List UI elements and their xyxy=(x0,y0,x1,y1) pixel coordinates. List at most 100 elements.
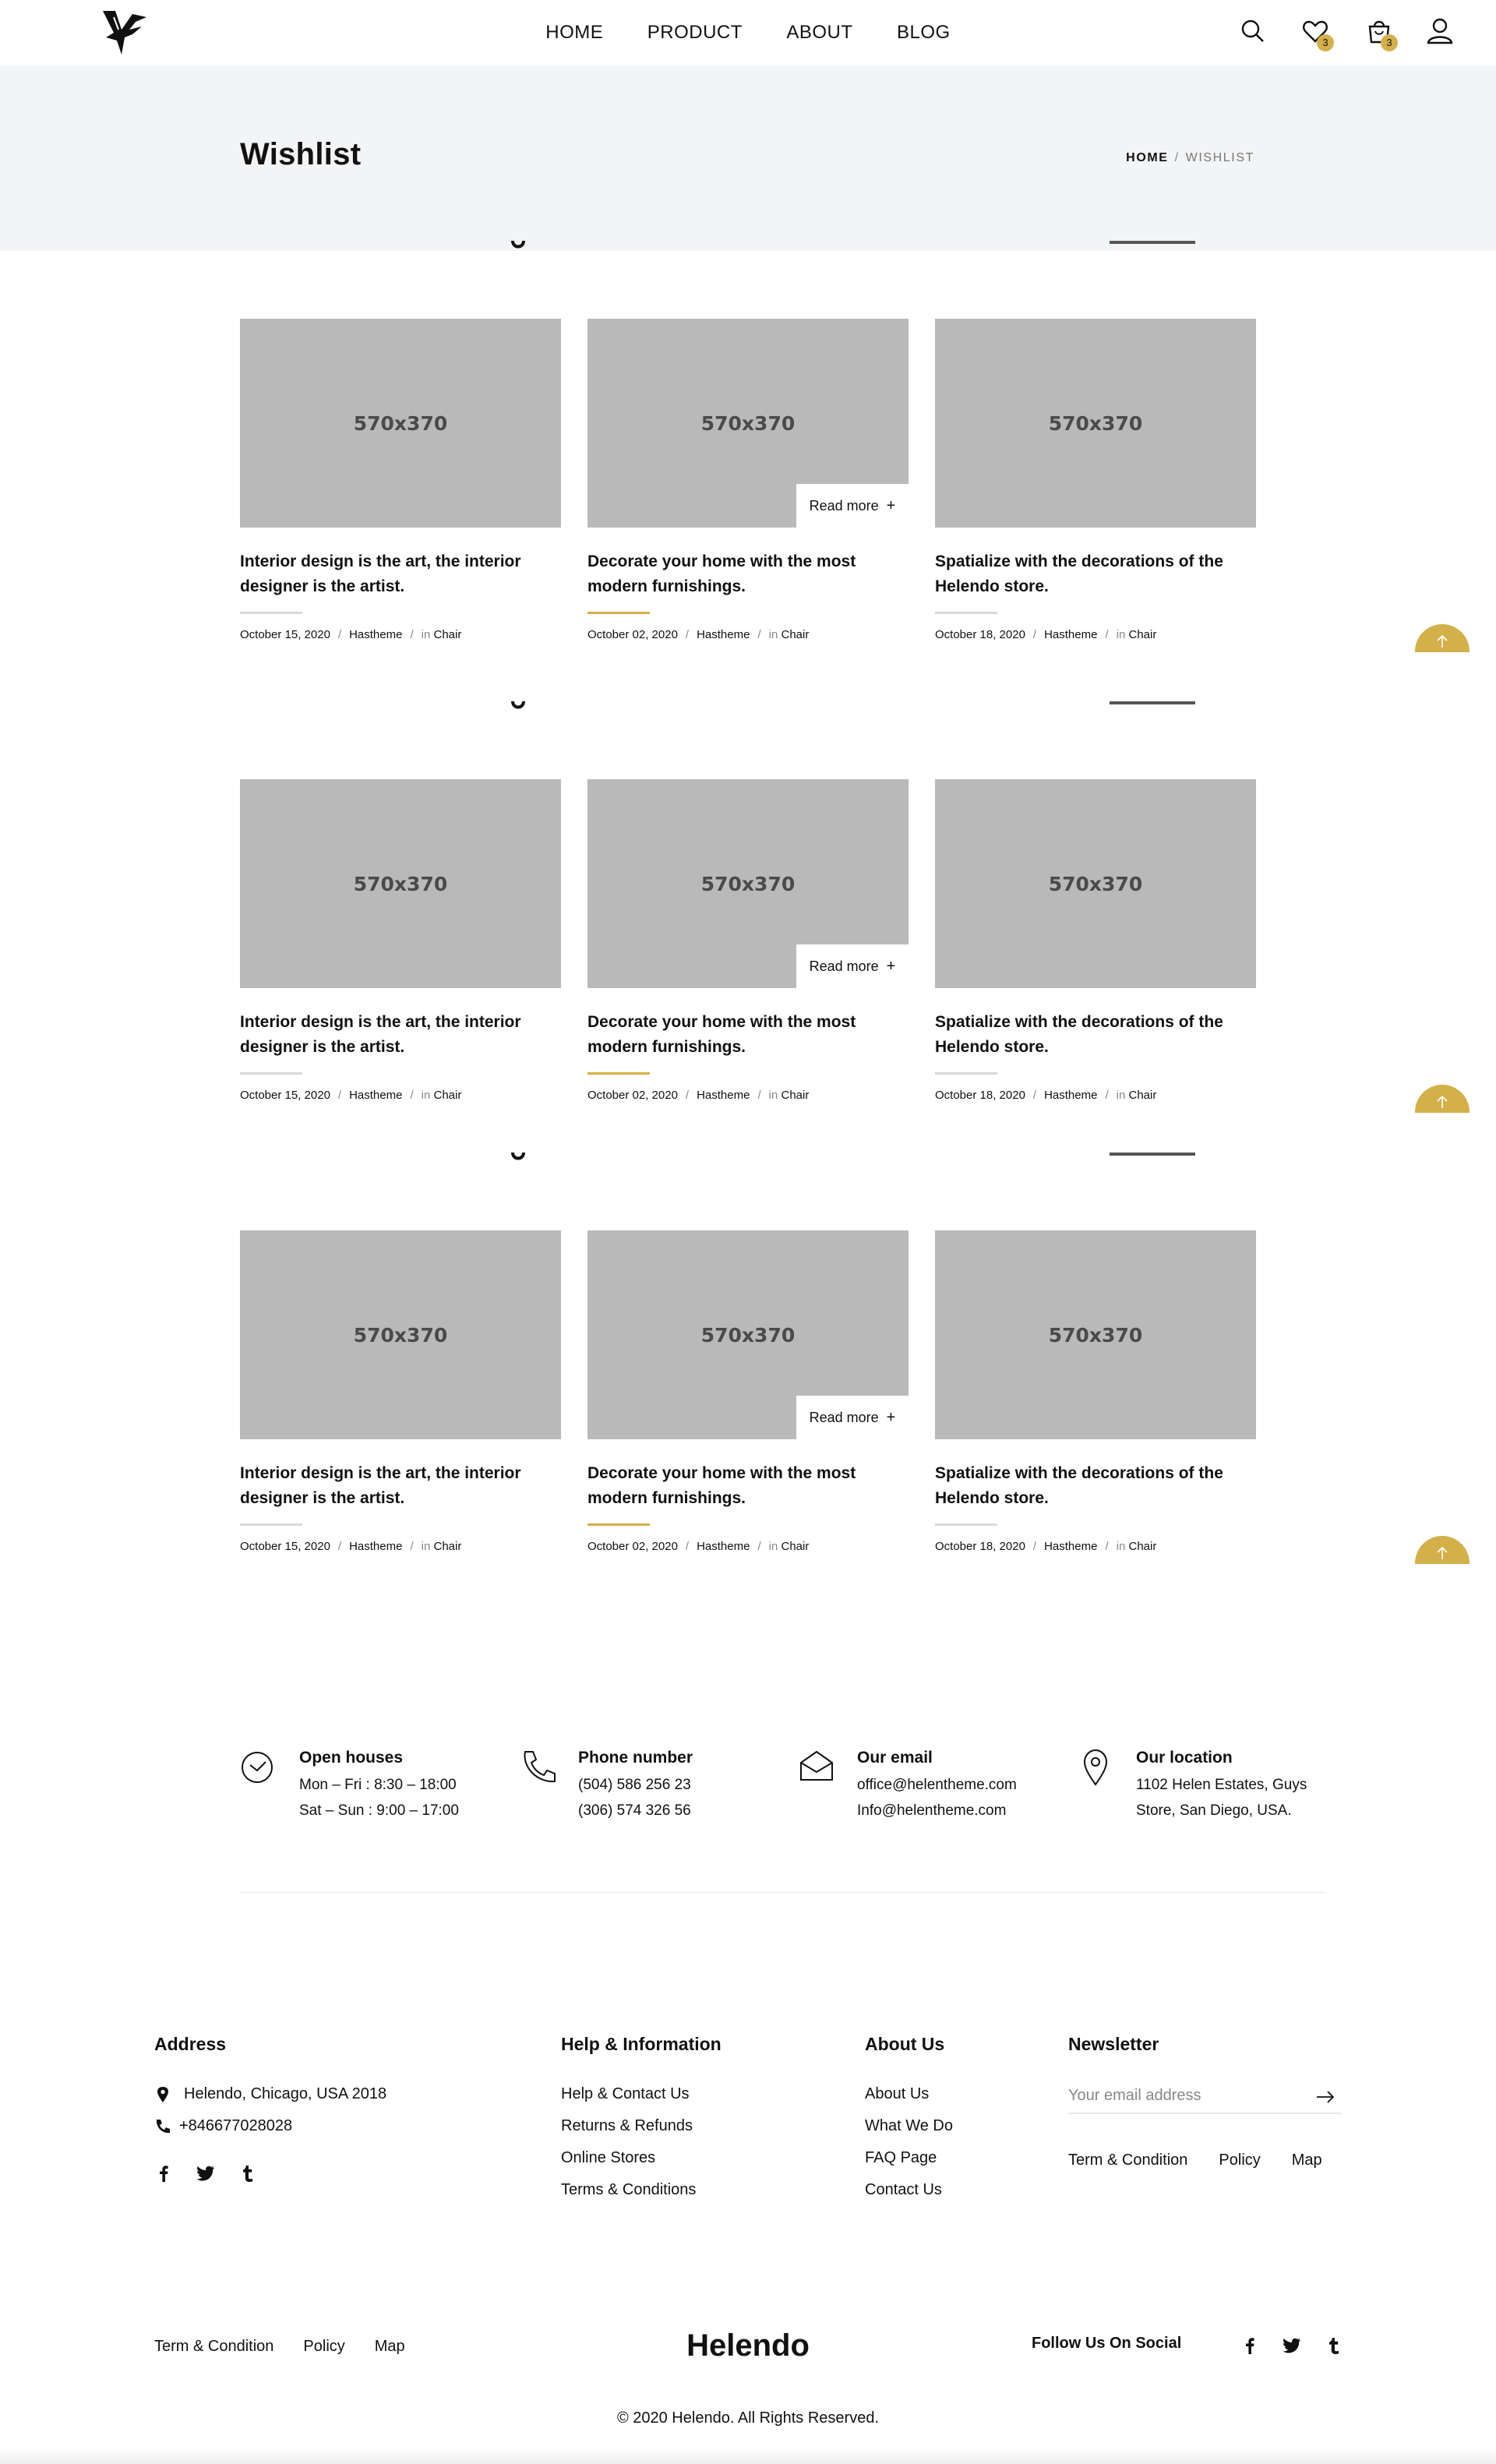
post-title[interactable]: Decorate your home with the most modern … xyxy=(587,1461,909,1511)
footer-link-terms[interactable]: Terms & Conditions xyxy=(561,2174,722,2206)
contact-line[interactable]: (504) 586 256 23 xyxy=(578,1777,691,1794)
post-date: October 18, 2020 xyxy=(935,628,1025,641)
footer-heading: Address xyxy=(154,2034,227,2054)
twitter-icon[interactable] xyxy=(1283,2336,1301,2355)
clipped-heading-fragment xyxy=(506,241,530,256)
scroll-to-top-button[interactable] xyxy=(1415,1536,1470,1564)
read-more-button[interactable]: Read more + xyxy=(796,944,909,988)
meta-separator: / xyxy=(757,628,761,641)
footer-link-about-us[interactable]: About Us xyxy=(865,2078,953,2110)
post-author[interactable]: Hastheme xyxy=(697,1089,750,1102)
post-author[interactable]: Hastheme xyxy=(349,628,402,641)
post-thumbnail[interactable]: 570x370 xyxy=(935,319,1256,528)
footer-link-online-stores[interactable]: Online Stores xyxy=(561,2142,722,2174)
nav-blog[interactable]: BLOG xyxy=(897,17,951,48)
newsletter-link-map[interactable]: Map xyxy=(1292,2152,1322,2169)
phone-text[interactable]: +846677028028 xyxy=(179,2110,292,2142)
footer-link-help-contact[interactable]: Help & Contact Us xyxy=(561,2078,722,2110)
newsletter-link-terms[interactable]: Term & Condition xyxy=(1068,2152,1187,2169)
address-location: Helendo, Chicago, USA 2018 xyxy=(154,2078,386,2110)
submit-arrow-icon[interactable] xyxy=(1316,2090,1335,2104)
page-title-band: Wishlist HOME / WISHLIST xyxy=(0,65,1496,251)
post-date: October 18, 2020 xyxy=(935,1540,1025,1553)
clipped-discover-fragment xyxy=(1106,241,1216,256)
post-thumbnail[interactable]: 570x370 Read more + xyxy=(587,319,909,528)
post-thumbnail[interactable]: 570x370 xyxy=(935,1230,1256,1439)
footer-divider xyxy=(240,1892,1326,1893)
nav-about[interactable]: ABOUT xyxy=(786,17,852,48)
twitter-icon[interactable] xyxy=(196,2164,215,2183)
post-author[interactable]: Hastheme xyxy=(1044,628,1097,641)
newsletter-email-input[interactable] xyxy=(1068,2078,1341,2114)
post-title[interactable]: Decorate your home with the most modern … xyxy=(587,549,909,599)
footer-about-column: About Us About Us What We Do FAQ Page Co… xyxy=(865,2034,953,2206)
post-thumbnail[interactable]: 570x370 xyxy=(935,779,1256,988)
scroll-to-top-button[interactable] xyxy=(1415,1085,1470,1113)
post-category[interactable]: Chair xyxy=(1129,628,1157,641)
facebook-icon[interactable] xyxy=(154,2164,173,2183)
facebook-icon[interactable] xyxy=(1240,2336,1259,2355)
post-title[interactable]: Spatialize with the decorations of the H… xyxy=(935,1010,1256,1060)
meta-separator: / xyxy=(1032,1089,1037,1102)
post-category[interactable]: Chair xyxy=(434,1089,462,1102)
contact-line[interactable]: (306) 574 326 56 xyxy=(578,1802,691,1820)
thumbnail-placeholder-label: 570x370 xyxy=(353,411,448,435)
post-title[interactable]: Interior design is the art, the interior… xyxy=(240,549,561,599)
post-thumbnail[interactable]: 570x370 Read more + xyxy=(587,1230,909,1439)
scroll-to-top-button[interactable] xyxy=(1415,624,1470,652)
post-grid-section: 570x370 Interior design is the art, the … xyxy=(0,241,1496,687)
title-underline xyxy=(587,612,650,614)
read-more-label: Read more xyxy=(809,1409,879,1425)
post-thumbnail[interactable]: 570x370 xyxy=(240,1230,561,1439)
tumblr-icon[interactable] xyxy=(238,2164,257,2183)
post-category[interactable]: Chair xyxy=(782,1089,810,1102)
contact-line[interactable]: Info@helentheme.com xyxy=(857,1802,1006,1820)
read-more-label: Read more xyxy=(809,958,879,974)
newsletter-links: Term & Condition Policy Map xyxy=(1068,2152,1341,2169)
tumblr-icon[interactable] xyxy=(1325,2336,1343,2355)
post-thumbnail[interactable]: 570x370 Read more + xyxy=(587,779,909,988)
post-author[interactable]: Hastheme xyxy=(1044,1089,1097,1102)
post-title[interactable]: Decorate your home with the most modern … xyxy=(587,1010,909,1060)
post-title[interactable]: Interior design is the art, the interior… xyxy=(240,1461,561,1511)
post-meta: October 15, 2020 / Hastheme / in Chair xyxy=(240,1540,561,1553)
post-title[interactable]: Spatialize with the decorations of the H… xyxy=(935,1461,1256,1511)
read-more-button[interactable]: Read more + xyxy=(796,1396,909,1439)
post-category[interactable]: Chair xyxy=(782,1540,810,1553)
footer-link-what-we-do[interactable]: What We Do xyxy=(865,2110,953,2142)
user-account-icon[interactable] xyxy=(1424,16,1455,47)
meta-separator: / xyxy=(685,628,690,641)
post-category[interactable]: Chair xyxy=(434,1540,462,1553)
post-thumbnail[interactable]: 570x370 xyxy=(240,319,561,528)
breadcrumb-home-link[interactable]: HOME xyxy=(1126,151,1168,164)
footer-link-faq[interactable]: FAQ Page xyxy=(865,2142,953,2174)
post-category[interactable]: Chair xyxy=(434,628,462,641)
clipped-discover-fragment xyxy=(1106,701,1216,717)
wishlist-button[interactable]: 3 xyxy=(1300,16,1334,51)
post-category[interactable]: Chair xyxy=(1129,1540,1157,1553)
newsletter-link-policy[interactable]: Policy xyxy=(1219,2152,1260,2169)
post-author[interactable]: Hastheme xyxy=(1044,1540,1097,1553)
nav-home[interactable]: HOME xyxy=(545,17,603,48)
meta-separator: / xyxy=(337,628,342,641)
contact-line[interactable]: office@helentheme.com xyxy=(857,1777,1017,1794)
nav-product[interactable]: PRODUCT xyxy=(647,17,743,48)
footer-link-returns[interactable]: Returns & Refunds xyxy=(561,2110,722,2142)
post-category[interactable]: Chair xyxy=(782,628,810,641)
post-title[interactable]: Spatialize with the decorations of the H… xyxy=(935,549,1256,599)
arrow-up-icon xyxy=(1437,1096,1448,1108)
search-icon[interactable] xyxy=(1237,16,1268,47)
footer-link-contact-us[interactable]: Contact Us xyxy=(865,2174,953,2206)
post-category[interactable]: Chair xyxy=(1129,1089,1157,1102)
meta-separator: / xyxy=(1105,1089,1109,1102)
post-thumbnail[interactable]: 570x370 xyxy=(240,779,561,988)
address-text: Helendo, Chicago, USA 2018 xyxy=(184,2085,387,2102)
post-title[interactable]: Interior design is the art, the interior… xyxy=(240,1010,561,1060)
footer-address-column: Address Helendo, Chicago, USA 2018 +8466… xyxy=(154,2034,386,2183)
read-more-button[interactable]: Read more + xyxy=(796,484,909,528)
post-author[interactable]: Hastheme xyxy=(349,1540,402,1553)
post-author[interactable]: Hastheme xyxy=(349,1089,402,1102)
cart-button[interactable]: 3 xyxy=(1364,16,1398,51)
post-author[interactable]: Hastheme xyxy=(697,628,750,641)
post-author[interactable]: Hastheme xyxy=(697,1540,750,1553)
